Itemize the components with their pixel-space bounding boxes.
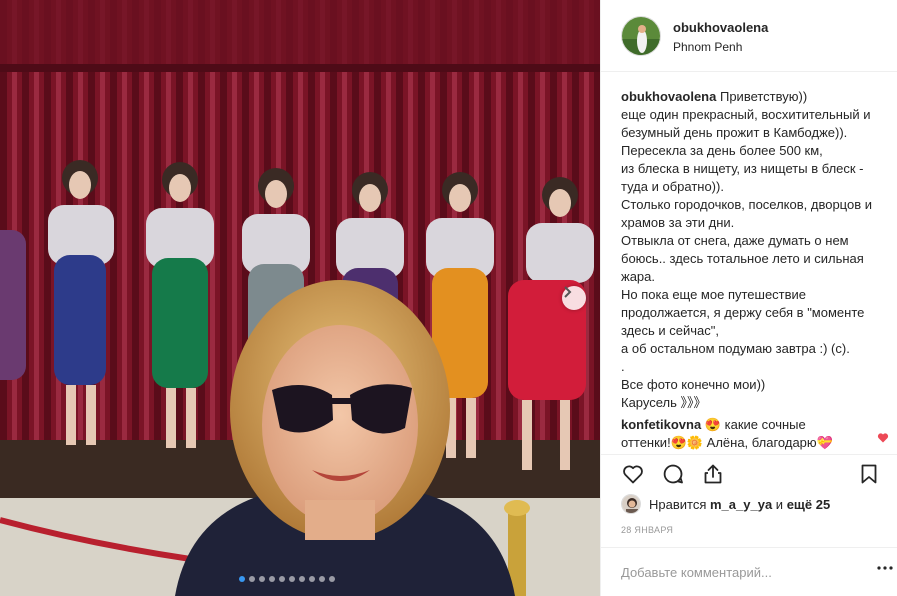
heart-icon[interactable] <box>621 462 645 486</box>
comments-list[interactable]: obukhovaolena Приветствую)) еще один пре… <box>621 88 891 454</box>
caption-line: а об остальном подумаю завтра :) (с). <box>621 341 850 356</box>
carousel-dot <box>239 576 245 582</box>
caption-line: боюсь.. здесь тотальное лето и сильная <box>621 251 864 266</box>
carousel-dot <box>299 576 305 582</box>
more-icon[interactable] <box>877 566 893 570</box>
caption-line: храмов за эти дни. <box>621 215 735 230</box>
caption-line: Столько городочков, поселков, дворцов и <box>621 197 872 212</box>
likes-middle: и <box>775 496 784 512</box>
caption-username[interactable]: obukhovaolena <box>621 89 716 104</box>
caption-line: Все фото конечно мои)) <box>621 377 766 392</box>
caption-line: еще один прекрасный, восхитительный и <box>621 107 871 122</box>
caption-line: . <box>621 359 625 374</box>
caption-line: жара. <box>621 269 655 284</box>
caption-line: безумный день прожит в Камбодже)). <box>621 125 848 140</box>
avatar-image <box>622 17 660 55</box>
caption-line: Пересекла за день более 500 км, <box>621 143 823 158</box>
caption-line: туда и обратно)). <box>621 179 724 194</box>
bookmark-icon[interactable] <box>857 462 881 486</box>
caption-line: Карусель 》》》 <box>621 395 707 410</box>
caption-line: здесь и сейчас", <box>621 323 719 338</box>
comment-like-heart-icon[interactable] <box>877 432 889 444</box>
post-actions <box>601 454 897 490</box>
comment-input[interactable] <box>621 562 861 582</box>
caption-first-line: Приветствую)) <box>719 89 808 104</box>
caption: obukhovaolena Приветствую)) еще один пре… <box>621 88 891 412</box>
chevron-right-icon <box>564 286 572 298</box>
likes-count[interactable]: ещё 25 <box>787 497 831 512</box>
photo-illustration <box>0 0 600 596</box>
likes-prefix: Нравится <box>649 496 707 512</box>
carousel-dot <box>249 576 255 582</box>
carousel-dot <box>279 576 285 582</box>
carousel-dot <box>269 576 275 582</box>
comment-username[interactable]: konfetikovna <box>621 417 701 432</box>
comment-item: konfetikovna 😍 какие сочные оттенки!😍🌼 А… <box>621 416 891 452</box>
liker-avatar-image <box>622 495 640 513</box>
caption-line: из блеска в нищету, из нищеты в блеск - <box>621 161 864 176</box>
carousel-dot <box>259 576 265 582</box>
post-username[interactable]: obukhovaolena <box>673 20 768 35</box>
add-comment-bar <box>601 547 897 596</box>
post-header: obukhovaolena Phnom Penh <box>601 0 897 72</box>
carousel-dot <box>329 576 335 582</box>
carousel-dot <box>319 576 325 582</box>
carousel-next-button[interactable] <box>562 286 586 310</box>
carousel-dot <box>309 576 315 582</box>
carousel-dot <box>289 576 295 582</box>
caption-line: продолжается, я держу себя в "моменте <box>621 305 865 320</box>
liker-avatar[interactable] <box>621 494 641 514</box>
post-location[interactable]: Phnom Penh <box>673 40 742 54</box>
comment-icon[interactable] <box>661 462 685 486</box>
avatar[interactable] <box>621 16 661 56</box>
caption-line: Отвыкла от снега, даже думать о нем <box>621 233 849 248</box>
likes-row: Нравится m_a_y_ya и ещё 25 <box>621 494 830 514</box>
post-date[interactable]: 28 ЯНВАРЯ <box>621 525 673 535</box>
post-photo[interactable] <box>0 0 600 596</box>
share-icon[interactable] <box>701 462 725 486</box>
comment-text-line1: 😍 какие сочные <box>704 417 806 432</box>
likes-user[interactable]: m_a_y_ya <box>710 497 772 512</box>
caption-line: Но пока еще мое путешествие <box>621 287 807 302</box>
post-sidebar: obukhovaolena Phnom Penh obukhovaolena П… <box>600 0 897 596</box>
comment-text-line2: оттенки!😍🌼 Алёна, благодарю💝 <box>621 435 833 450</box>
carousel-indicator <box>239 576 335 582</box>
